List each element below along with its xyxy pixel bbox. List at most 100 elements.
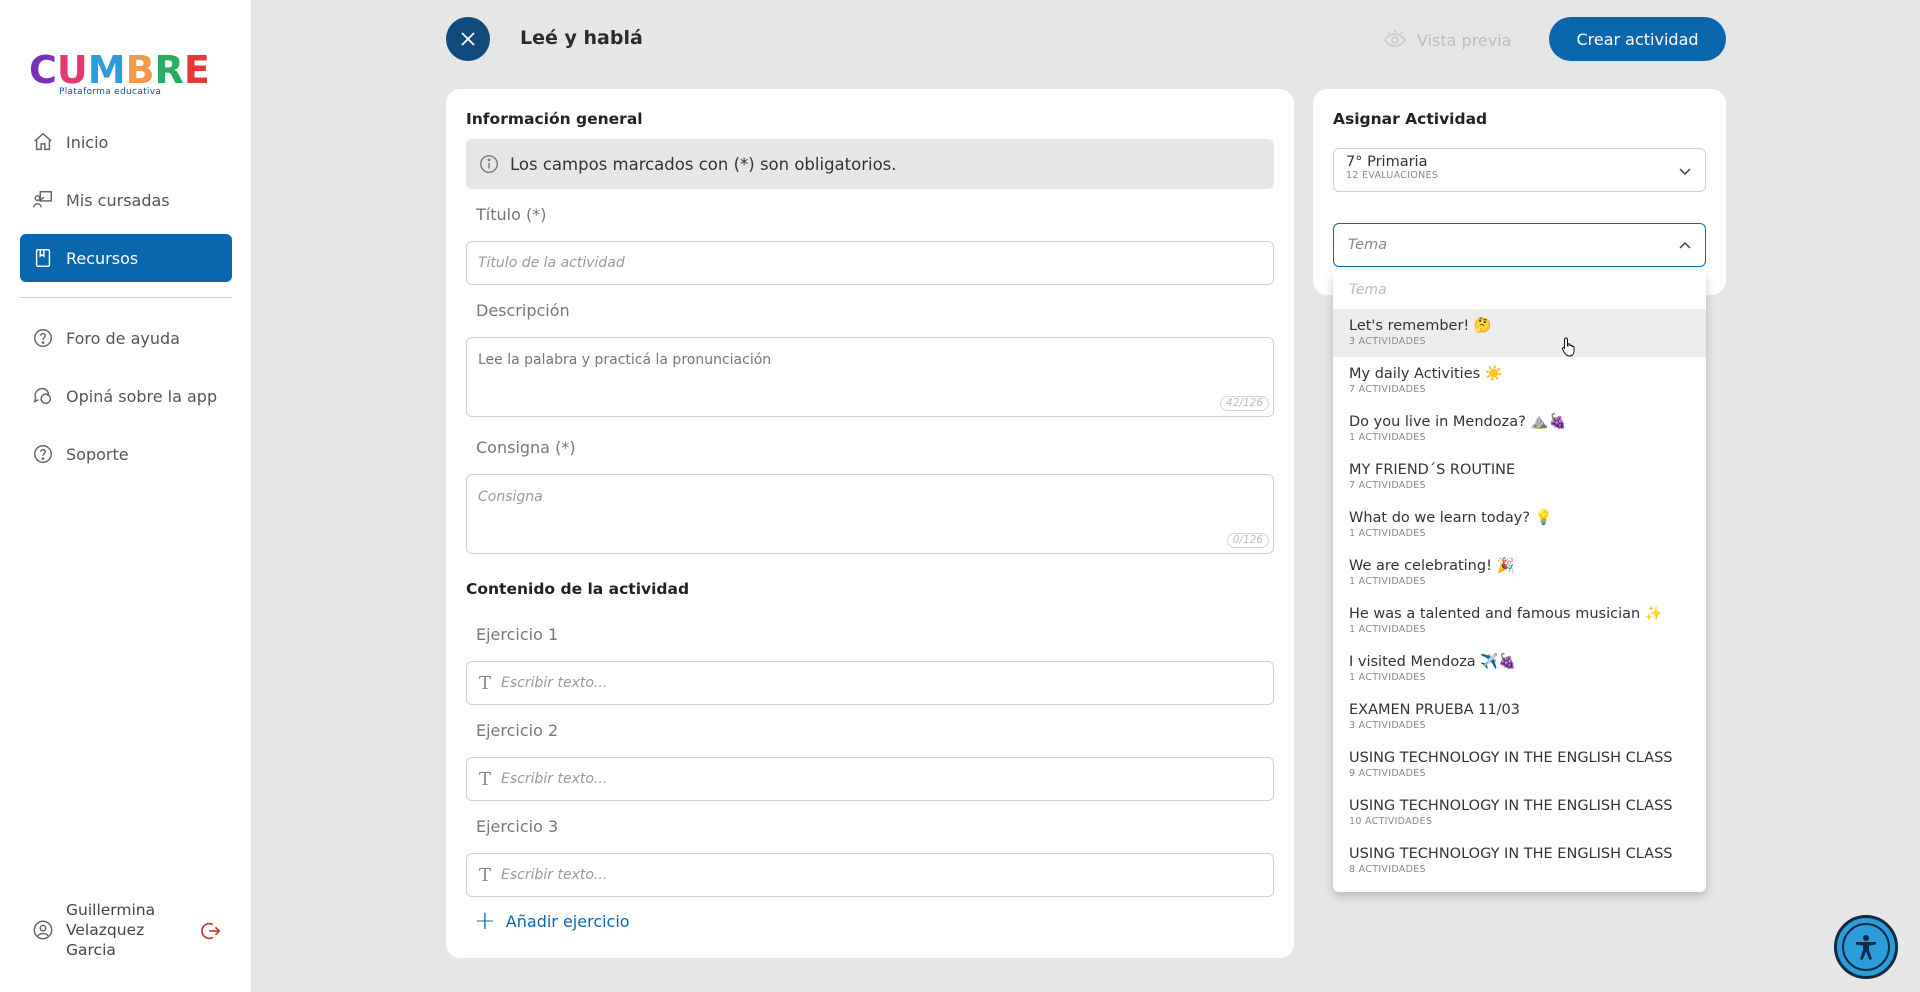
chevron-down-icon — [1679, 168, 1691, 176]
text-icon: T — [479, 768, 492, 790]
description-label: Descripción — [476, 301, 570, 320]
topic-option-name: What do we learn today? 💡 — [1349, 510, 1553, 526]
home-icon — [34, 132, 52, 151]
chat-bubbles-icon — [33, 387, 52, 405]
topic-option[interactable]: He was a talented and famous musician ✨ 1… — [1333, 597, 1706, 645]
exercise-3-input[interactable]: T Escribir texto... — [466, 853, 1274, 897]
topic-option-name: EXAMEN PRUEBA 11/03 — [1349, 702, 1520, 718]
text-icon: T — [479, 672, 492, 694]
sidebar-item-label: Inicio — [66, 132, 109, 152]
book-icon — [35, 249, 51, 267]
sidebar-item-soporte[interactable]: Soporte — [20, 430, 232, 478]
chevron-up-icon — [1679, 241, 1691, 249]
topic-option-name: USING TECHNOLOGY IN THE ENGLISH CLASS — [1349, 846, 1673, 862]
topic-option-name: Let's remember! 🤔 — [1349, 318, 1492, 334]
title-input[interactable]: Titulo de la actividad — [466, 241, 1274, 285]
topic-option-count: 7 ACTIVIDADES — [1349, 480, 1426, 491]
required-fields-note: Los campos marcados con (*) son obligato… — [466, 139, 1274, 189]
close-icon — [461, 32, 475, 46]
course-value: 7° Primaria — [1346, 154, 1428, 170]
add-exercise-button[interactable]: + Añadir ejercicio — [474, 908, 630, 934]
topic-option-name: Do you live in Mendoza? ⛰️🍇 — [1349, 414, 1567, 430]
topic-option[interactable]: MY FRIEND´S ROUTINE 7 ACTIVIDADES — [1333, 453, 1706, 501]
preview-button[interactable]: Vista previa — [1383, 28, 1511, 52]
topic-option-count: 9 ACTIVIDADES — [1349, 768, 1426, 779]
info-icon — [480, 155, 498, 173]
topic-option[interactable]: I visited Mendoza ✈️🍇 1 ACTIVIDADES — [1333, 645, 1706, 693]
sidebar-item-opina[interactable]: Opiná sobre la app — [20, 372, 232, 420]
topic-placeholder: Tema — [1348, 237, 1387, 253]
accessibility-icon — [1856, 935, 1876, 960]
topic-option-count: 1 ACTIVIDADES — [1349, 528, 1426, 539]
exercise-2-input[interactable]: T Escribir texto... — [466, 757, 1274, 801]
instruction-label: Consigna (*) — [476, 438, 576, 457]
add-exercise-label: Añadir ejercicio — [505, 911, 630, 931]
required-fields-text: Los campos marcados con (*) son obligato… — [510, 154, 897, 174]
exercise-2-label: Ejercicio 2 — [476, 721, 559, 740]
description-textarea[interactable]: Lee la palabra y practicá la pronunciaci… — [466, 337, 1274, 417]
instruction-textarea[interactable]: Consigna 0/126 — [466, 474, 1274, 554]
sidebar-item-inicio[interactable]: Inicio — [20, 118, 232, 166]
preview-label: Vista previa — [1417, 30, 1512, 50]
topic-option[interactable]: Let's remember! 🤔 3 ACTIVIDADES — [1333, 309, 1706, 357]
accessibility-button[interactable] — [1834, 915, 1898, 979]
eye-icon — [1384, 30, 1406, 47]
topic-option[interactable]: Do you live in Mendoza? ⛰️🍇 1 ACTIVIDADES — [1333, 405, 1706, 453]
topic-option-count: 1 ACTIVIDADES — [1349, 576, 1426, 587]
course-evaluations: 12 EVALUACIONES — [1346, 170, 1439, 181]
content-title: Contenido de la actividad — [466, 580, 690, 598]
topic-option-count: 8 ACTIVIDADES — [1349, 864, 1426, 875]
sidebar-item-mis-cursadas[interactable]: Mis cursadas — [20, 176, 232, 224]
topic-option-count: 3 ACTIVIDADES — [1349, 336, 1426, 347]
exercise-3-label: Ejercicio 3 — [476, 817, 559, 836]
sidebar-nav-secondary: Foro de ayuda Opiná sobre la app Soporte — [20, 314, 232, 488]
user-icon — [33, 920, 53, 940]
course-select[interactable]: 7° Primaria 12 EVALUACIONES — [1333, 148, 1706, 192]
topic-option[interactable]: My daily Activities ☀️ 7 ACTIVIDADES — [1333, 357, 1706, 405]
sidebar-item-label: Mis cursadas — [66, 190, 170, 210]
teacher-board-icon — [33, 191, 52, 208]
topic-dropdown: Tema Let's remember! 🤔 3 ACTIVIDADES My d… — [1333, 271, 1706, 892]
exercise-3-placeholder: Escribir texto... — [501, 867, 608, 883]
topic-option[interactable]: EXAMEN PRUEBA 11/03 3 ACTIVIDADES — [1333, 693, 1706, 741]
instruction-counter: 0/126 — [1226, 533, 1269, 548]
sidebar-item-label: Opiná sobre la app — [66, 386, 218, 406]
activity-form-card: Información general Los campos marcados … — [446, 89, 1294, 958]
topic-option-count: 7 ACTIVIDADES — [1349, 384, 1426, 395]
sidebar-divider — [20, 297, 232, 298]
page-title: Leé y hablá — [520, 27, 643, 49]
topic-option-name: My daily Activities ☀️ — [1349, 366, 1503, 382]
logout-icon[interactable] — [200, 920, 222, 942]
exercise-1-input[interactable]: T Escribir texto... — [466, 661, 1274, 705]
user-name: Guillermina Velazquez Garcia — [66, 901, 156, 959]
description-counter: 42/126 — [1220, 396, 1269, 411]
sidebar-item-foro-de-ayuda[interactable]: Foro de ayuda — [20, 314, 232, 362]
topic-option-count: 10 ACTIVIDADES — [1349, 816, 1433, 827]
exercise-1-label: Ejercicio 1 — [476, 625, 559, 644]
create-activity-button[interactable]: Crear actividad — [1549, 17, 1726, 61]
topic-select[interactable]: Tema — [1333, 223, 1706, 267]
help-circle-icon — [34, 329, 52, 347]
description-value: Lee la palabra y practicá la pronunciaci… — [478, 352, 772, 368]
instruction-placeholder: Consigna — [478, 489, 543, 505]
topic-option-name: MY FRIEND´S ROUTINE — [1349, 462, 1516, 478]
exercise-2-placeholder: Escribir texto... — [501, 771, 608, 787]
topic-option[interactable]: USING TECHNOLOGY IN THE ENGLISH CLASS 10 … — [1333, 789, 1706, 837]
assign-activity-card: Asignar Actividad 7° Primaria 12 EVALUAC… — [1313, 89, 1726, 295]
sidebar-item-recursos[interactable]: Recursos — [20, 234, 232, 282]
logo-word: CUMBRE — [29, 48, 210, 92]
user-profile[interactable]: Guillermina Velazquez Garcia — [32, 900, 222, 960]
topic-option[interactable]: USING TECHNOLOGY IN THE ENGLISH CLASS 9 A… — [1333, 741, 1706, 789]
topic-option[interactable]: What do we learn today? 💡 1 ACTIVIDADES — [1333, 501, 1706, 549]
close-button[interactable] — [446, 17, 490, 61]
help-circle-icon — [34, 445, 52, 463]
topic-option-name: I visited Mendoza ✈️🍇 — [1349, 654, 1517, 670]
topic-option-name: USING TECHNOLOGY IN THE ENGLISH CLASS — [1349, 750, 1673, 766]
hand-cursor-icon — [1561, 337, 1575, 357]
topic-option[interactable]: We are celebrating! 🎉 1 ACTIVIDADES — [1333, 549, 1706, 597]
cumbre-logo[interactable]: CUMBRE Plataforma educativa — [29, 48, 210, 97]
topic-option-name: We are celebrating! 🎉 — [1349, 558, 1515, 574]
sidebar-item-label: Recursos — [66, 248, 139, 268]
topic-option[interactable]: USING TECHNOLOGY IN THE ENGLISH CLASS 8 A… — [1333, 837, 1706, 885]
dropdown-placeholder: Tema — [1349, 282, 1387, 298]
